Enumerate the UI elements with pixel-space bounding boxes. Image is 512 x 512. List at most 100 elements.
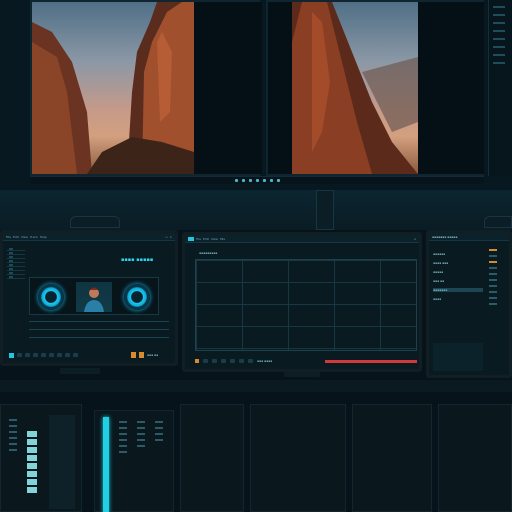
side-toolbar-panel [488,0,512,176]
taskbar-icon[interactable] [276,179,280,182]
browser-item[interactable]: ▪▪▪▪▪▪ [433,252,483,256]
param-tick [489,273,497,275]
artist-thumbnail [76,282,112,312]
browser-item[interactable]: ▪▪▪▪▪ [433,270,483,274]
menu-edit[interactable]: Edit [13,235,19,239]
channel-led [137,439,145,441]
rack-led [9,431,17,433]
rewind-icon[interactable] [221,359,226,363]
pad-button[interactable] [27,447,37,453]
pad-button[interactable] [27,471,37,477]
window-icon[interactable]: ▫ [414,237,416,241]
folder-icon[interactable] [57,353,62,357]
pad-button[interactable] [27,463,37,469]
title-bar: ▪▪▪▪▪▪▪ ▪▪▪▪▪ [429,233,509,241]
transport-row: ▪▪▪ ▪▪ [9,351,169,359]
window-icon[interactable]: ▫ [165,235,167,239]
parameter-column [487,245,509,365]
app-logo-icon [188,236,194,241]
person-icon [84,287,104,312]
jog-wheel-left[interactable] [38,284,64,310]
forward-icon[interactable] [33,353,38,357]
taskbar-icon[interactable] [234,179,238,182]
timeline-progress-bar[interactable] [325,359,417,363]
grid-icon[interactable] [248,359,253,363]
mute-icon[interactable] [73,353,78,357]
stop-icon[interactable] [17,353,22,357]
browser-item[interactable]: ▪▪▪ ▪▪ [433,279,483,283]
daw-monitor-right: ▪▪▪▪▪▪▪ ▪▪▪▪▪ ▪▪▪▪▪▪ ▪▪▪▪ ▪▪▪ ▪▪▪▪▪ ▪▪▪ … [426,230,512,378]
channel-strip [117,417,131,509]
taskbar-icon[interactable] [269,179,273,182]
browser-item[interactable]: ▪▪▪▪▪▪▪ [433,288,483,292]
menu-view[interactable]: View [21,235,28,239]
channel-led [155,433,163,435]
pad-button[interactable] [27,455,37,461]
divider [29,337,169,338]
channel-led [155,439,163,441]
menu-bar: File Edit View Mix ▫ [185,235,419,243]
pad-button[interactable] [27,479,37,485]
file-browser: ▪▪▪▪▪▪ ▪▪▪▪ ▪▪▪ ▪▪▪▪▪ ▪▪▪ ▪▪ ▪▪▪▪▪▪▪ ▪▪▪… [433,247,483,337]
browser-item[interactable]: ▪▪▪▪ ▪▪▪ [433,261,483,265]
menu-mix[interactable]: Mix [220,237,225,241]
record-icon[interactable] [131,352,136,358]
record-icon[interactable] [195,359,199,363]
taskbar-icon[interactable] [248,179,252,182]
monitor-right-bezel [418,2,484,174]
jog-wheel-right[interactable] [124,284,150,310]
header-code: ▪▪▪▪ ▪▪▪▪▪ [121,257,154,263]
taskbar-icon[interactable] [255,179,259,182]
channel-led [137,421,145,423]
menu-track[interactable]: Track [30,235,38,239]
play-icon[interactable] [203,359,208,363]
cue-icon[interactable] [139,352,144,358]
shelf-center-post [316,190,334,230]
settings-icon[interactable] [65,353,70,357]
menu-view[interactable]: View [211,237,218,241]
divider [29,329,169,330]
rack-unit-empty [250,404,346,512]
loop-icon[interactable] [239,359,244,363]
daw-monitor-left: File Edit View Track Help ▫ × ▪▪▪▪ ▪▪▪▪▪ [0,230,178,366]
transport-row: ▪▪▪ ▪▪▪▪ [195,357,417,365]
stop-icon[interactable] [212,359,217,363]
rack-unit-mixer [94,410,174,512]
browser-item[interactable]: ▪▪▪▪ [433,297,483,301]
arrangement-grid[interactable] [195,259,417,351]
menu-file[interactable]: File [6,235,11,239]
taskbar-icon[interactable] [241,179,245,182]
channel-led [119,451,127,453]
rack-unit-left [0,404,82,512]
channel-led [155,427,163,429]
monitor-divider [194,2,262,174]
forward-icon[interactable] [230,359,235,363]
divider [29,321,169,322]
loop-icon[interactable] [41,353,46,357]
menu-edit[interactable]: Edit [203,237,209,241]
menu-help[interactable]: Help [40,235,47,239]
pad-button[interactable] [27,439,37,445]
channel-led [119,433,127,435]
toolbar-line [493,46,505,48]
left-monitor-cap [70,216,120,228]
play-icon[interactable] [9,352,14,358]
canyon-image-right [292,2,418,174]
channel-led [119,439,127,441]
track-list [7,247,25,347]
pad-button[interactable] [27,431,37,437]
track-row[interactable] [7,275,25,279]
rack-led [9,419,17,421]
taskbar-icon[interactable] [262,179,266,182]
grid-icon[interactable] [49,353,54,357]
menu-bar: File Edit View Track Help ▫ × [3,233,175,241]
rewind-icon[interactable] [25,353,30,357]
pad-button[interactable] [27,487,37,493]
menu-file[interactable]: File [196,237,201,241]
rack-column [7,415,21,511]
channel-strip [135,417,149,509]
close-icon[interactable]: × [169,235,172,239]
toolbar-line [493,14,505,16]
volume-fader[interactable] [103,417,109,512]
monitor-stand-left [60,368,100,374]
